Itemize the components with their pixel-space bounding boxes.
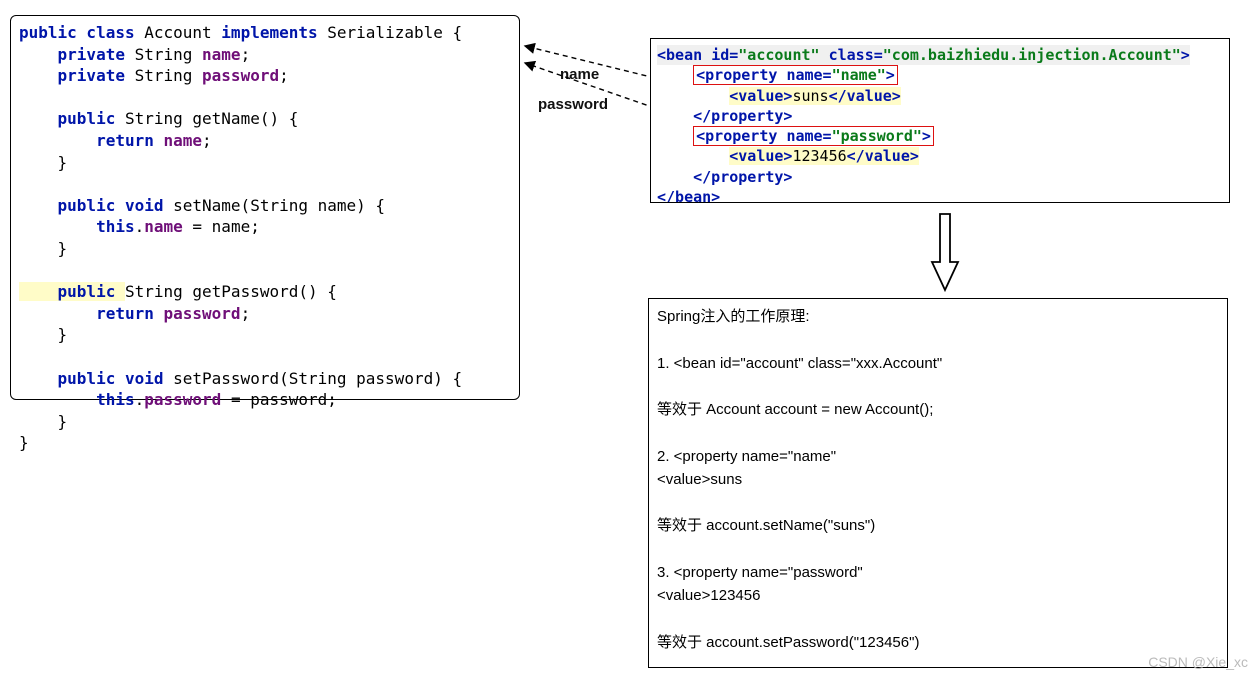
- property-password-tag: <property name="password">: [693, 126, 934, 146]
- explain-line-3b: <value>suns: [657, 468, 1219, 491]
- arrow-label-name: name: [560, 66, 599, 83]
- watermark: CSDN @Xie_xc: [1148, 654, 1248, 670]
- explain-line-5b: <value>123456: [657, 584, 1219, 607]
- xml-code: <bean id="account" class="com.baizhiedu.…: [657, 45, 1223, 203]
- arrow-label-password: password: [538, 96, 608, 113]
- property-name-tag: <property name="name">: [693, 65, 898, 85]
- explain-line-6: 等效于 account.setPassword("123456"): [657, 631, 1219, 654]
- down-arrow-icon: [930, 212, 960, 292]
- java-code: public class Account implements Serializ…: [19, 22, 511, 454]
- explain-title: Spring注入的工作原理:: [657, 305, 1219, 328]
- xml-config-panel: <bean id="account" class="com.baizhiedu.…: [650, 38, 1230, 203]
- java-code-panel: public class Account implements Serializ…: [10, 15, 520, 400]
- explanation-panel: Spring注入的工作原理: 1. <bean id="account" cla…: [648, 298, 1228, 668]
- explain-line-2: 等效于 Account account = new Account();: [657, 398, 1219, 421]
- explain-line-5: 3. <property name="password": [657, 561, 1219, 584]
- explain-line-3: 2. <property name="name": [657, 445, 1219, 468]
- explain-line-4: 等效于 account.setName("suns"): [657, 514, 1219, 537]
- explain-line-1: 1. <bean id="account" class="xxx.Account…: [657, 352, 1219, 375]
